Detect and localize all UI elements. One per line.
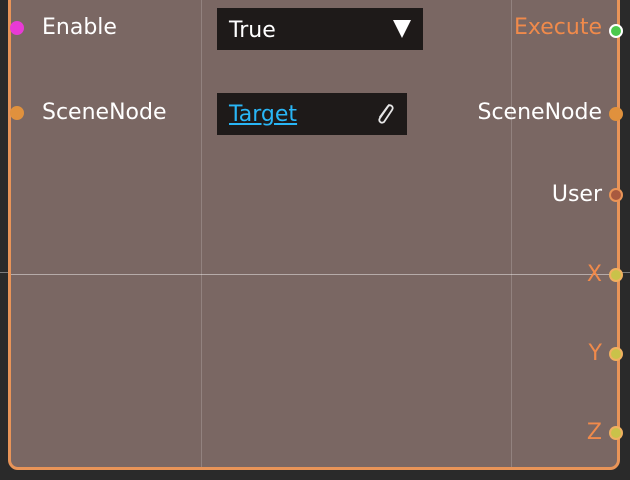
input-label-scenenode: SceneNode [42,100,167,125]
output-port-execute[interactable] [609,24,623,38]
output-port-x[interactable] [609,268,623,282]
enable-dropdown[interactable]: True [217,8,423,50]
scenenode-field[interactable]: Target [217,93,407,135]
output-port-y[interactable] [609,347,623,361]
triangle-down-icon [393,20,411,38]
output-port-user[interactable] [609,188,623,202]
output-label-x: X [586,262,602,287]
output-port-scenenode[interactable] [609,107,623,121]
input-port-enable[interactable] [10,21,24,35]
enable-dropdown-value: True [229,18,276,43]
output-label-execute: Execute [514,15,602,40]
output-label-user: User [551,182,602,207]
input-port-scenenode[interactable] [10,106,24,120]
node-grid-line [201,0,202,467]
scene-node-block[interactable] [8,0,620,470]
input-label-enable: Enable [42,15,117,40]
output-label-scenenode: SceneNode [477,100,603,125]
paperclip-icon[interactable] [373,101,397,127]
graph-canvas[interactable]: Enable SceneNode True Target Execute Sce… [0,0,630,480]
node-grid-line [11,274,617,275]
node-grid-line [511,0,512,467]
output-label-y: Y [588,341,602,366]
scenenode-target-link[interactable]: Target [229,102,297,128]
output-port-z[interactable] [609,426,623,440]
output-label-z: Z [586,420,602,445]
